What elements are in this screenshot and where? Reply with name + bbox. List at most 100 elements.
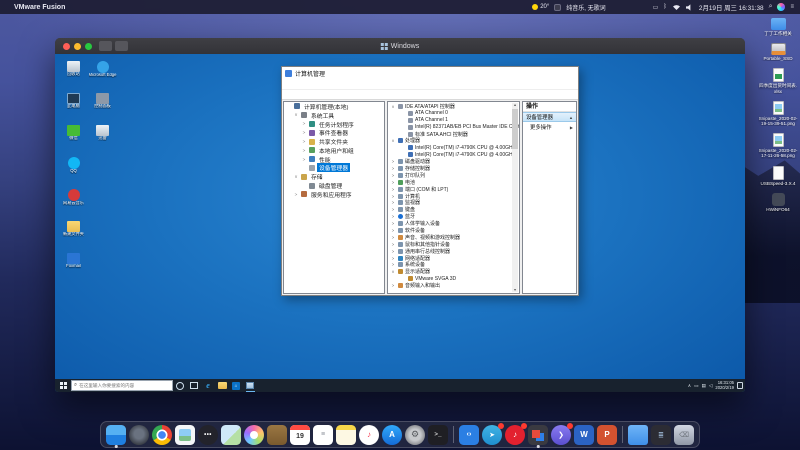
dev-computer[interactable]: > 计算机 [388, 193, 511, 200]
expander-icon[interactable]: > [390, 194, 396, 199]
dock-photos[interactable] [244, 425, 264, 445]
window-control-button[interactable] [561, 68, 575, 79]
dev-cpu-0[interactable]: Intel(R) Core(TM) i7-4790K CPU @ 4.00GHz [388, 144, 511, 151]
taskbar-clock[interactable]: 16:31:05 2020/2/19 [715, 381, 734, 391]
dock-launchpad[interactable] [129, 425, 149, 445]
notification-center-icon[interactable]: ≡ [790, 4, 794, 10]
dock-music[interactable]: ♪ [359, 425, 379, 445]
suspend-button[interactable] [99, 41, 112, 51]
dock-system-preferences[interactable]: ⚙ [405, 425, 425, 445]
tree-services[interactable]: > 服务和应用程序 [284, 190, 384, 199]
scroll-down-arrow[interactable]: ▼ [513, 288, 517, 292]
zoom-button[interactable] [85, 43, 92, 50]
volume-icon[interactable] [686, 4, 694, 11]
vm-icon-foxmail[interactable]: Foxmail [59, 251, 88, 283]
vm-icon-netease-music[interactable]: 网易云音乐 [59, 187, 88, 219]
network-tray-icon[interactable]: ▤ [701, 383, 705, 389]
expander-icon[interactable]: ∨ [293, 112, 299, 118]
dev-monitors[interactable]: > 监视器 [388, 199, 511, 206]
dock-separator-2[interactable] [622, 426, 623, 443]
expander-icon[interactable]: ∨ [390, 104, 396, 109]
taskbar-search-box[interactable]: ⌕ [71, 380, 173, 391]
dev-ata0[interactable]: ATA Channel 0 [388, 110, 511, 117]
siri-icon[interactable] [777, 3, 785, 11]
dock-messages[interactable]: ••• [198, 425, 218, 445]
tree-event-viewer[interactable]: > 事件查看器 [284, 128, 384, 137]
vm-icon-edge[interactable]: Microsoft Edge [88, 59, 117, 91]
computer-management-task-button[interactable] [243, 379, 257, 392]
tree-system-tools[interactable]: ∨ 系统工具 [284, 111, 384, 120]
expander-icon[interactable]: > [301, 139, 307, 144]
weather-status[interactable]: 20° [532, 4, 549, 10]
dev-vmware-svga[interactable]: VMware SVGA 3D [388, 275, 511, 282]
dev-ata1[interactable]: ATA Channel 1 [388, 117, 511, 124]
scroll-up-arrow[interactable]: ▲ [513, 103, 517, 107]
dev-sata-ahci[interactable]: 标准 SATA AHCI 控制器 [388, 131, 511, 138]
expander-icon[interactable]: > [390, 242, 396, 247]
start-button[interactable] [55, 382, 71, 389]
hidden-icons-chevron[interactable]: ∧ [688, 383, 691, 389]
tree-shared-folders[interactable]: > 共享文件夹 [284, 137, 384, 146]
dev-hid[interactable]: > 人体学输入设备 [388, 220, 511, 227]
snapshots-button[interactable] [115, 41, 128, 51]
search-input[interactable] [79, 383, 169, 388]
dev-storage-controllers[interactable]: > 存储控制器 [388, 165, 511, 172]
expander-icon[interactable]: > [390, 187, 396, 192]
dock-vscode[interactable]: ‹› [459, 425, 479, 445]
dev-audio-io[interactable]: > 音频输入和输出 [388, 282, 511, 289]
dev-system[interactable]: > 系统设备 [388, 261, 511, 268]
expander-icon[interactable]: > [390, 207, 396, 212]
dev-keyboards[interactable]: > 键盘 [388, 206, 511, 213]
expander-icon[interactable]: ∨ [293, 174, 299, 180]
vmware-title-bar[interactable]: Windows [55, 38, 745, 54]
window-control-button[interactable] [533, 68, 547, 79]
dev-ports[interactable]: > 端口 (COM 和 LPT) [388, 186, 511, 193]
dock-calendar[interactable]: 19 [290, 425, 310, 445]
dock-powerpoint[interactable]: P [597, 425, 617, 445]
vm-icon-control-panel[interactable]: 控制面板 [88, 91, 117, 123]
dev-sound[interactable]: > 声音、视频和游戏控制器 [388, 234, 511, 241]
dock-preview[interactable] [175, 425, 195, 445]
desktop-file-usbspeed[interactable]: USBSpeed-3.X.4 [758, 166, 798, 186]
active-app-menu[interactable]: VMware Fusion [14, 4, 65, 11]
dev-batteries[interactable]: > 电池 [388, 179, 511, 186]
expander-icon[interactable]: > [390, 228, 396, 233]
actions-more-row[interactable]: 更多操作 ▶ [523, 122, 576, 132]
dev-intel-ide[interactable]: Intel(R) 82371AB/EB PCI Bus Master IDE C… [388, 124, 511, 131]
expander-icon[interactable]: > [390, 256, 396, 261]
dock-maps[interactable] [221, 425, 241, 445]
desktop-app-hwinfo[interactable]: HWiNFO64 [758, 193, 798, 212]
dev-ide-group[interactable]: ∨ IDE ATA/ATAPI 控制器 [388, 103, 511, 110]
dock-word[interactable]: W [574, 425, 594, 445]
close-button[interactable] [63, 43, 70, 50]
desktop-folder-work[interactable]: 丁丁工作相关 [758, 18, 798, 36]
menu-bar-clock[interactable]: 2月19日 周三 16:31:38 [699, 3, 764, 12]
tree-computer-management[interactable]: 计算机管理(本地) [284, 102, 384, 111]
tree-storage[interactable]: ∨ 存储 [284, 172, 384, 181]
dock-chrome[interactable] [152, 425, 172, 445]
dev-display-group[interactable]: ∨ 显示适配器 [388, 268, 511, 275]
vm-icon-wechat[interactable]: 微信 [59, 123, 88, 155]
expander-icon[interactable]: > [390, 283, 396, 288]
expander-icon[interactable]: > [293, 192, 299, 197]
wifi-icon[interactable] [672, 4, 681, 11]
music-status-text[interactable]: 纯音乐, 无歌词 [566, 3, 605, 12]
dev-disk-drives[interactable]: > 磁盘驱动器 [388, 158, 511, 165]
dev-network[interactable]: > 网络适配器 [388, 255, 511, 262]
expander-icon[interactable]: > [301, 130, 307, 135]
dock-app-store[interactable]: A [382, 425, 402, 445]
music-app-icon[interactable] [554, 4, 561, 11]
dock-terminal[interactable]: >_ [428, 425, 448, 445]
cortana-button[interactable] [173, 379, 187, 392]
expander-icon[interactable]: > [390, 249, 396, 254]
tree-local-users[interactable]: > 本地用户和组 [284, 146, 384, 155]
vm-icon-thunder[interactable]: 迅雷 [88, 123, 117, 155]
battery-icon[interactable]: ▭ [653, 4, 659, 11]
expander-icon[interactable]: > [390, 166, 396, 171]
expander-icon[interactable]: > [301, 157, 307, 162]
dev-cpu-1[interactable]: Intel(R) Core(TM) i7-4790K CPU @ 4.00GHz [388, 151, 511, 158]
dock-trash[interactable]: ⌫ [674, 425, 694, 445]
dock-reminders[interactable]: ≡ [313, 425, 333, 445]
expander-icon[interactable]: > [301, 121, 307, 126]
expander-icon[interactable]: > [390, 159, 396, 164]
